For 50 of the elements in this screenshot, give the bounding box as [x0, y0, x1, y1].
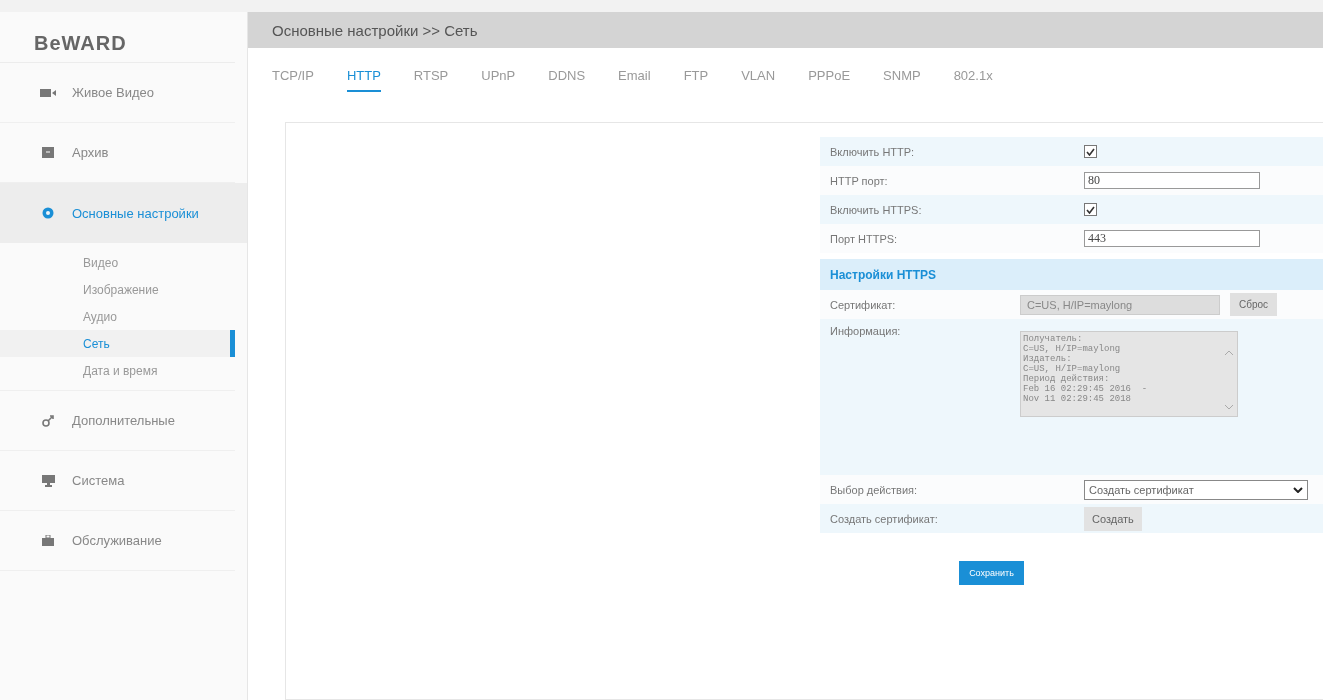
input-field[interactable]: 80: [1084, 172, 1260, 189]
sidebar-item[interactable]: Обслуживание: [0, 511, 235, 571]
tab[interactable]: HTTP: [346, 68, 381, 92]
archive-icon: [42, 147, 54, 158]
tab[interactable]: TCP/IP: [272, 68, 314, 92]
input-field[interactable]: 443: [1084, 230, 1260, 247]
field-label: Порт HTTPS:: [830, 232, 899, 245]
field-label: Включить HTTP:: [830, 145, 916, 158]
submenu-item[interactable]: Видео: [0, 249, 235, 276]
submenu-item[interactable]: Изображение: [0, 276, 235, 303]
field-label: HTTP порт:: [830, 174, 889, 187]
toolbox-icon: [42, 535, 54, 546]
tab[interactable]: RTSP: [413, 68, 449, 92]
field-label: Сертификат:: [830, 298, 897, 311]
selection-indicator: [230, 330, 235, 357]
checkbox[interactable]: [1084, 203, 1097, 216]
section-heading: Настройки HTTPS: [830, 267, 936, 282]
certificate-info-text: Получатель: C=US, H/IP=maylong Издатель: C=US, H/IP=maylong Период действия: Feb 16 02:29:45 2016 - Nov 11 02:29:45 2018: [1023, 334, 1148, 406]
sidebar-item[interactable]: Система: [0, 451, 235, 511]
sidebar-item[interactable]: Живое Видео: [0, 63, 235, 123]
submenu-item[interactable]: Сеть: [0, 330, 235, 357]
tab[interactable]: 802.1x: [953, 68, 993, 92]
tab[interactable]: PPPoE: [808, 68, 851, 92]
field-label: Информация:: [830, 325, 902, 337]
field-label: Включить HTTPS:: [830, 203, 923, 216]
reset-button[interactable]: Сброс: [1230, 293, 1278, 316]
submenu-item[interactable]: Дата и время: [0, 357, 235, 384]
field-label: Выбор действия:: [830, 483, 919, 496]
gear-icon: [42, 207, 54, 219]
tab[interactable]: Email: [618, 68, 651, 92]
monitor-icon: [41, 474, 55, 487]
field-label: Создать сертификат:: [830, 512, 939, 525]
tab[interactable]: UPnP: [481, 68, 516, 92]
logo: BeWARD: [33, 31, 127, 56]
checkbox[interactable]: [1084, 145, 1097, 158]
tab[interactable]: DDNS: [548, 68, 586, 92]
sidebar-item[interactable]: Дополнительные: [0, 391, 235, 451]
dropdown[interactable]: Создать сертификат: [1084, 479, 1308, 500]
input-field[interactable]: C=US, H/IP=maylong: [1020, 294, 1220, 315]
tab[interactable]: VLAN: [741, 68, 776, 92]
video-camera-icon: [40, 87, 56, 98]
sidebar-item[interactable]: Основные настройки: [0, 183, 247, 243]
submenu-item[interactable]: Аудио: [0, 303, 235, 330]
tab[interactable]: SNMP: [883, 68, 921, 92]
plug-icon: [42, 414, 54, 427]
create-button[interactable]: Создать: [1084, 506, 1142, 531]
tab[interactable]: FTP: [683, 68, 709, 92]
save-button[interactable]: Сохранить: [959, 561, 1024, 585]
breadcrumb-bar: Основные настройки >> Сеть: [248, 12, 1323, 48]
chevron-down-icon: [1293, 486, 1303, 493]
